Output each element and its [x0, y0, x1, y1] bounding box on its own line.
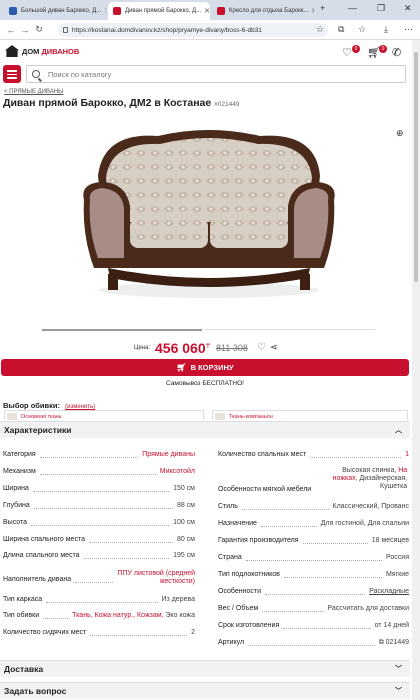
spec-row: Гарантия производителя 18 месяцев: [218, 537, 409, 544]
site-favicon-icon: [217, 7, 225, 15]
site-header: ДОМ ДИВАНОВ ♡ 0 🛒︎ 0 ✆: [0, 40, 410, 64]
price-value: 456 060: [155, 340, 206, 356]
spec-row: Механизм Миксотойл: [3, 468, 195, 475]
new-tab-icon[interactable]: +: [320, 3, 325, 13]
cart-icon: 🛒︎: [176, 363, 187, 372]
house-icon: [5, 45, 19, 57]
site-favicon-icon: [113, 7, 121, 15]
product-image[interactable]: [78, 118, 340, 308]
add-to-favorites-icon[interactable]: ♡: [257, 342, 266, 353]
search-row: Поиск по каталогу: [0, 64, 410, 84]
site-logo[interactable]: ДОМ ДИВАНОВ: [5, 45, 79, 57]
currency-sign: ₸: [206, 344, 210, 350]
copy-icon[interactable]: ⧉: [379, 639, 386, 646]
spec-row: Срок изготовления от 14 дней: [218, 622, 409, 629]
browser-tab-bar: Большой диван Барокко, Д... ✕ Диван прям…: [0, 0, 420, 20]
spec-row: Тип обивки Ткань, Кожа натур., Кожзам, Э…: [3, 612, 195, 619]
spec-row: Назначение Для гостиной, Для спальни: [218, 520, 409, 527]
upholstery-selector: Выбор обивки: (изменить): [3, 401, 96, 410]
spec-row: Вес / Объем Рассчитать для доставки: [218, 605, 409, 612]
spec-row: Тип подлокотников Мягкие: [218, 571, 409, 578]
extensions-icon[interactable]: ⧉: [338, 24, 344, 35]
gallery-indicator-active[interactable]: [42, 329, 202, 331]
spec-row: Ширина 150 см: [3, 485, 195, 492]
favorites-count-badge: 0: [352, 45, 360, 53]
browser-tab-1[interactable]: Большой диван Барокко, Д... ✕: [4, 2, 106, 20]
breadcrumb[interactable]: < ПРЯМЫЕ ДИВАНЫ: [4, 89, 64, 95]
bookmark-star-icon[interactable]: ☆: [316, 24, 324, 35]
fabric-swatch: [215, 413, 225, 420]
menu-icon-line: [7, 73, 17, 75]
reload-icon[interactable]: ↻: [32, 24, 46, 35]
browser-toolbar: ← → ↻ https://kostanai.domdivanov.kz/sho…: [0, 20, 420, 40]
chevron-down-icon: ﹀: [395, 666, 402, 673]
search-input[interactable]: Поиск по каталогу: [26, 65, 406, 83]
menu-icon-line: [7, 77, 17, 79]
menu-icon-line: [7, 70, 17, 72]
spec-row: Ширина спального места 80 см: [3, 536, 195, 543]
spec-row: Категория Прямые диваны: [3, 451, 195, 458]
add-to-cart-button[interactable]: 🛒︎ В КОРЗИНУ: [1, 359, 409, 376]
spec-row: Наполнитель дивана ППУ листовой (средней…: [3, 570, 195, 585]
browser-tab-2[interactable]: Диван прямой Барокко, Д... ✕: [108, 2, 210, 20]
phone-icon[interactable]: ✆: [392, 46, 401, 59]
scrollbar-thumb[interactable]: [414, 52, 418, 282]
zoom-icon[interactable]: ⊕: [396, 128, 404, 139]
close-window-icon[interactable]: ✕: [404, 3, 412, 14]
minimize-icon[interactable]: —: [348, 3, 357, 13]
fabric-option-companion[interactable]: Ткань-компаньон: [212, 410, 408, 420]
favorites-heart-icon[interactable]: ♡: [342, 46, 352, 59]
favorites-bar-icon[interactable]: ☆: [358, 24, 366, 35]
browser-tab-3[interactable]: Кресло для отдыха Барокк... ✕: [212, 2, 314, 20]
specs-section-header[interactable]: Характеристики ︿: [0, 421, 410, 438]
cart-count-badge: 0: [379, 45, 387, 53]
back-icon[interactable]: ←: [4, 25, 18, 35]
close-tab-icon[interactable]: ✕: [201, 7, 210, 15]
page-title: Диван прямой Барокко, ДМ2 в Костанае #02…: [3, 97, 240, 109]
menu-button[interactable]: [3, 65, 21, 83]
downloads-icon[interactable]: ⤓: [384, 24, 388, 35]
spec-row: Артикул ⧉ 021449: [218, 639, 409, 646]
spec-row: Особенности мягкой мебели Высокая спинка…: [218, 467, 408, 493]
old-price: 811 308: [216, 343, 248, 353]
fabric-options: Основная ткань Ткань-компаньон: [0, 410, 410, 420]
browser-menu-icon[interactable]: ⋯: [404, 24, 413, 35]
close-tab-icon[interactable]: ✕: [308, 7, 314, 15]
price-bar: Цена: 456 060 ₸ 811 308 ♡ ⋖: [134, 340, 278, 356]
spec-row: Глубина 88 см: [3, 502, 195, 509]
spec-row: Высота 100 см: [3, 519, 195, 526]
gallery-indicator[interactable]: [205, 329, 375, 330]
share-icon[interactable]: ⋖: [270, 342, 278, 353]
question-section-header[interactable]: Задать вопрос ﹀: [0, 682, 410, 699]
spec-row: Количество спальных мест 1: [218, 451, 409, 458]
close-tab-icon[interactable]: ✕: [101, 7, 106, 15]
chevron-up-icon: ︿: [395, 427, 402, 434]
search-icon: [32, 70, 40, 78]
site-favicon-icon: [9, 7, 17, 15]
spec-row: Особенности Раскладные: [218, 588, 409, 595]
address-bar[interactable]: https://kostanai.domdivanov.kz/shop/prya…: [58, 23, 328, 37]
maximize-icon[interactable]: ❐: [377, 3, 385, 14]
spec-row: Длина спального места 195 см: [3, 552, 195, 559]
chevron-down-icon: ﹀: [395, 688, 402, 695]
spec-row: Тип каркаса Из дерева: [3, 596, 195, 603]
delivery-section-header[interactable]: Доставка ﹀: [0, 660, 410, 677]
spec-row: Количество сидячих мест 2: [3, 629, 195, 636]
forward-icon[interactable]: →: [18, 25, 32, 35]
spec-row: Стиль Классический, Прованс: [218, 503, 409, 510]
spec-row: Страна Россия: [218, 554, 409, 561]
lock-icon: [63, 27, 68, 33]
product-sku: #021449: [214, 101, 240, 108]
fabric-swatch: [7, 413, 17, 420]
page-scrollbar[interactable]: [412, 40, 420, 700]
fabric-option-main[interactable]: Основная ткань: [4, 410, 204, 420]
pickup-note: Самовывоз БЕСПЛАТНО!: [166, 380, 244, 387]
